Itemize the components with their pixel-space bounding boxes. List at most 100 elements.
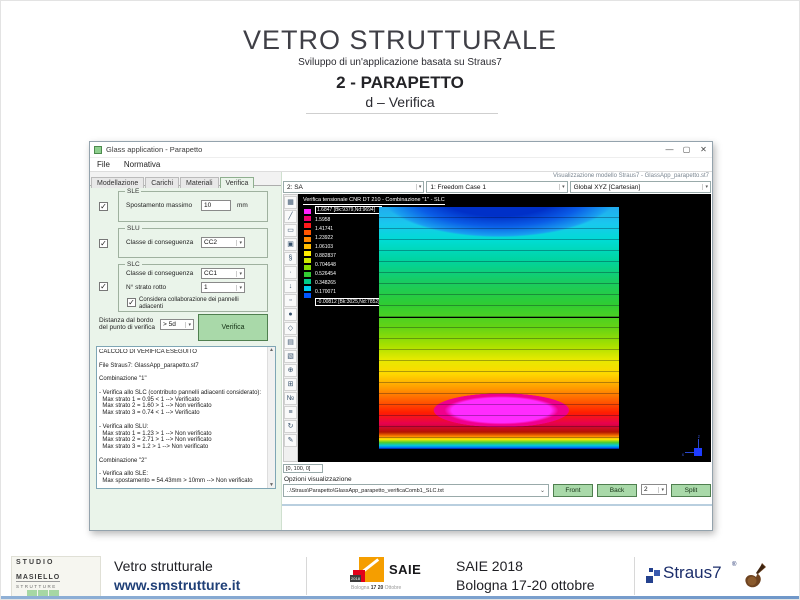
split-count-select[interactable]: 2 <box>641 484 667 495</box>
minimize-icon[interactable]: — <box>661 142 678 157</box>
legend-swatch <box>303 250 312 257</box>
legend-swatch <box>303 264 312 271</box>
axis-horizontal-line <box>685 452 694 453</box>
saie-logo-year: 2018 <box>350 575 361 582</box>
sle-group-label: SLE <box>125 188 141 195</box>
plate-tool-icon[interactable]: ▭ <box>284 224 297 237</box>
face-display-icon[interactable]: ▤ <box>284 336 297 349</box>
event-location: Bologna 17-20 ottobre <box>456 577 595 593</box>
legend-value: 1.41741 <box>315 226 382 232</box>
edge-display-icon[interactable]: ◇ <box>284 322 297 335</box>
output-console[interactable]: CALCOLO DI VERIFICA ESEGUITO File Straus… <box>99 349 266 486</box>
collaborazione-label: Considera collaborazione dei pannelli ad… <box>139 297 249 310</box>
collaborazione-checkbox[interactable] <box>127 298 136 307</box>
split-button[interactable]: Split <box>671 484 711 497</box>
legend-swatch <box>303 257 312 264</box>
straus7-logo-block-1 <box>646 576 653 583</box>
scroll-up-icon[interactable]: ▲ <box>268 347 275 353</box>
legend-swatch <box>303 208 312 215</box>
window-controls: — ▢ ✕ <box>661 142 712 157</box>
zoom-tool-icon[interactable]: ⊕ <box>284 364 297 377</box>
point-display-icon[interactable]: ● <box>284 308 297 321</box>
footer-website-link[interactable]: www.smstrutture.it <box>114 577 240 593</box>
distanza-select[interactable]: > 5d <box>160 319 194 330</box>
scroll-down-icon[interactable]: ▼ <box>268 482 275 488</box>
app-window: Glass application - Parapetto — ▢ ✕ File… <box>89 141 713 531</box>
slu-group: SLU Classe di conseguenza CC2 <box>118 228 268 258</box>
spostamento-unit: mm <box>237 202 248 209</box>
slide-title: VETRO STRUTTURALE <box>1 25 799 56</box>
studio-logo-line3: STRUTTURE <box>16 584 96 589</box>
numbers-tool-icon[interactable]: № <box>284 392 297 405</box>
restraint-tool-icon[interactable]: ▫ <box>284 294 297 307</box>
slc-classe-label: Classe di conseguenza <box>126 270 193 277</box>
slc-checkbox[interactable] <box>99 282 108 291</box>
slc-classe-select[interactable]: CC1 <box>201 268 245 279</box>
rotate-tool-icon[interactable]: ↻ <box>284 420 297 433</box>
axis-vertical-line <box>698 439 699 448</box>
saie-logo-text: SAIE <box>389 562 421 577</box>
tab-strip: ModellazioneCarichiMaterialiVerifica <box>90 172 281 186</box>
legend-value: 1.23922 <box>315 235 382 241</box>
canvas-split-line <box>298 317 711 318</box>
slide-subsection-title: d – Verifica <box>1 94 799 110</box>
model-canvas[interactable]: Verifica tensionale CNR DT 210 - Combina… <box>298 194 711 462</box>
saie-logo-subtext: Bologna 17 20 Ottobre <box>351 585 401 591</box>
beam-tool-icon[interactable]: ╱ <box>284 210 297 223</box>
footer: STUDIO MASIELLO STRUTTURE Vetro struttur… <box>1 554 799 598</box>
sle-checkbox[interactable] <box>99 202 108 211</box>
event-name: SAIE 2018 <box>456 558 523 574</box>
legend-swatch <box>303 243 312 250</box>
spostamento-input[interactable] <box>201 200 231 211</box>
legend-swatch <box>303 278 312 285</box>
straus7-logo-block-2 <box>654 570 660 576</box>
slu-checkbox[interactable] <box>99 239 108 248</box>
violin-icon <box>741 562 767 595</box>
load-tool-icon[interactable]: ↓ <box>284 280 297 293</box>
select-tool-icon[interactable]: ▦ <box>284 196 297 209</box>
axis-triad: z x <box>682 436 702 456</box>
link-tool-icon[interactable]: § <box>284 252 297 265</box>
studio-logo-line2: MASIELLO <box>16 574 60 582</box>
axis-x-label: x <box>682 452 684 457</box>
coordinate-status: [0, 100, 0] <box>283 464 323 473</box>
contour-plot[interactable] <box>379 207 619 449</box>
verifica-button[interactable]: Verifica <box>198 314 268 341</box>
close-icon[interactable]: ✕ <box>695 142 712 157</box>
slide: VETRO STRUTTURALE Sviluppo di un'applica… <box>0 0 800 600</box>
options-label: Opzioni visualizzazione <box>284 476 352 483</box>
options-tool-icon[interactable]: ✎ <box>284 434 297 447</box>
freedom-case-select[interactable]: 1: Freedom Case 1 <box>426 181 567 193</box>
legend-value: 0.348265 <box>315 280 382 286</box>
legend-value: -0.00812 [Bk:3025,Nd:7852] <box>315 298 382 306</box>
output-box: CALCOLO DI VERIFICA ESEGUITO File Straus… <box>96 346 276 489</box>
app-icon <box>94 146 102 154</box>
output-scrollbar[interactable]: ▲ ▼ <box>267 347 275 488</box>
spostamento-label: Spostamento massimo <box>126 202 192 209</box>
result-case-select[interactable]: 2: SA <box>283 181 424 193</box>
coordinate-system-select[interactable]: Global XYZ [Cartesian] <box>570 181 711 193</box>
viewer-header-label: Visualizzazione modello Straus7 - GlassA… <box>553 173 709 179</box>
contour-display-icon[interactable]: ▧ <box>284 350 297 363</box>
strato-rotto-select[interactable]: 1 <box>201 282 245 293</box>
sle-group: SLE Spostamento massimo mm <box>118 191 268 222</box>
viewer-bottom-divider <box>282 504 712 506</box>
legend-swatch <box>303 292 312 299</box>
grid-tool-icon[interactable]: ⊞ <box>284 378 297 391</box>
menu-item-file[interactable]: File <box>90 160 117 169</box>
brick-tool-icon[interactable]: ▣ <box>284 238 297 251</box>
maximize-icon[interactable]: ▢ <box>678 142 695 157</box>
view-area: ▦╱▭▣§·↓▫●◇▤▧⊕⊞№≡↻✎ Verifica tensionale C… <box>283 194 711 462</box>
back-button[interactable]: Back <box>597 484 637 497</box>
result-file-select[interactable]: ..\Straus\Parapetto\GlassApp_parapetto_v… <box>283 484 549 497</box>
front-button[interactable]: Front <box>553 484 593 497</box>
slu-classe-label: Classe di conseguenza <box>126 239 193 246</box>
menu-item-normativa[interactable]: Normativa <box>117 160 167 169</box>
node-tool-icon[interactable]: · <box>284 266 297 279</box>
axis-origin-square <box>694 448 702 456</box>
distanza-label-line1: Distanza dal bordo <box>99 317 159 324</box>
slide-subtitle: Sviluppo di un'applicazione basata su St… <box>1 57 799 68</box>
legend-value: 1.06103 <box>315 244 382 250</box>
layers-tool-icon[interactable]: ≡ <box>284 406 297 419</box>
slu-classe-select[interactable]: CC2 <box>201 237 245 248</box>
